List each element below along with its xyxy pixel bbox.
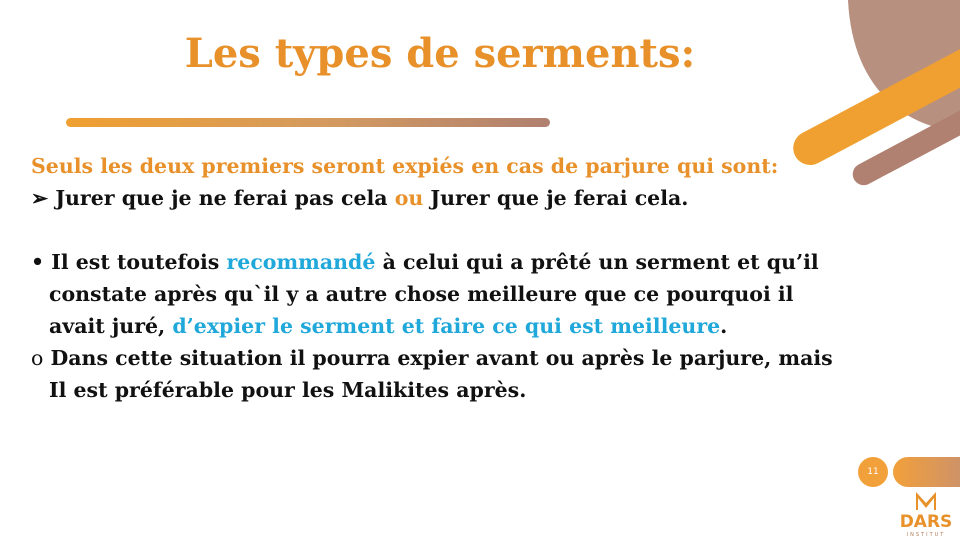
bullet-item-line3-start: avait juré, (49, 314, 173, 338)
bullet-item-part2: à celui qui a prêté un serment et qu’il (375, 250, 819, 274)
circle-item-line1: Dans cette situation il pourra expier av… (43, 346, 833, 370)
arrow-item-connector: ou (394, 186, 424, 210)
logo-text: DARS (899, 512, 953, 532)
title-divider (66, 118, 550, 127)
page-title: Les types de serments: (184, 30, 696, 77)
page-number: 11 (858, 457, 888, 487)
page-number-bar (893, 457, 960, 487)
arrow-bullet-icon: ➢ (31, 186, 49, 210)
arrow-item-part1: Jurer que je ne ferai pas cela (48, 186, 395, 210)
bullet-item-highlight2: d’expier le serment et faire ce qui est … (172, 314, 721, 338)
intro-text: Seuls les deux premiers seront expiés en… (31, 154, 779, 178)
arrow-item-part2: Jurer que je ferai cela. (423, 186, 689, 210)
slide-content: Seuls les deux premiers seront expiés en… (31, 150, 931, 406)
bullet-item-part1: Il est toutefois (51, 250, 227, 274)
circle-bullet-icon: o (31, 346, 44, 370)
logo-tagline: INSTITUT (906, 532, 946, 538)
bullet-item-highlight1: recommandé (226, 250, 376, 274)
bullet-list-item: • Il est toutefois recommandé à celui qu… (31, 246, 931, 278)
circle-item-line2: Il est préférable pour les Malikites apr… (49, 378, 527, 402)
circle-list-item: o Dans cette situation il pourra expier … (31, 342, 931, 374)
bullet-item-line2: constate après qu`il y a autre chose mei… (49, 282, 794, 306)
bullet-item-line3: avait juré, d’expier le serment et faire… (31, 310, 931, 342)
bullet-icon: • (31, 250, 45, 274)
arrow-list-item: ➢ Jurer que je ne ferai pas cela ou Jure… (31, 182, 931, 214)
bullet-item-line3-end: . (720, 314, 728, 338)
